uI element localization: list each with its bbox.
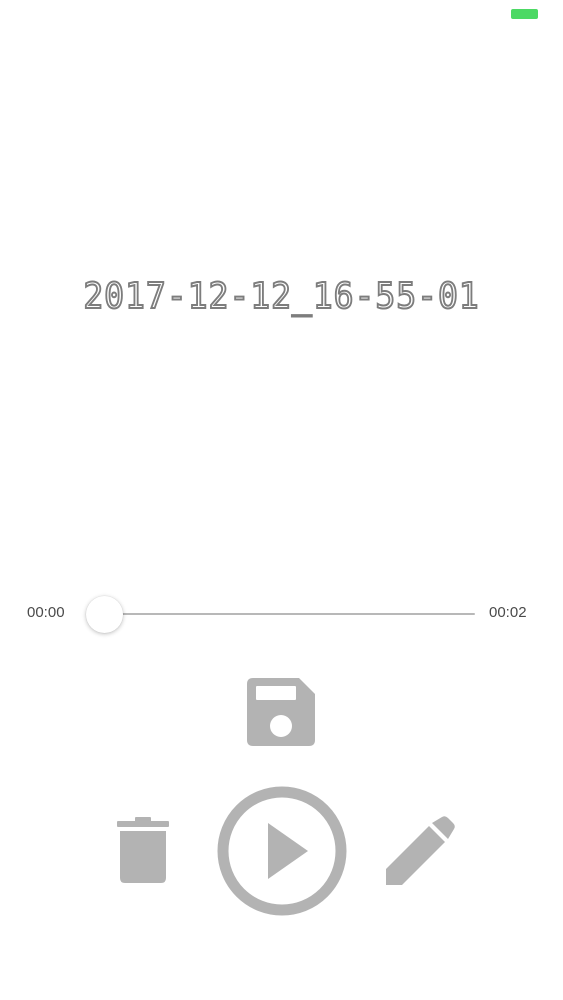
player-screen: 2017-12-12_16-55-01 00:00 00:02 xyxy=(0,0,563,1000)
play-button[interactable] xyxy=(216,785,348,917)
progress-slider-thumb[interactable] xyxy=(86,596,123,633)
save-button[interactable] xyxy=(247,678,315,746)
battery-icon xyxy=(511,9,538,19)
recording-title: 2017-12-12_16-55-01 xyxy=(82,275,480,318)
floppy-disk-icon xyxy=(247,678,315,746)
trash-icon xyxy=(117,817,169,883)
progress-slider-track[interactable] xyxy=(105,613,475,615)
pencil-icon xyxy=(386,816,455,885)
edit-button[interactable] xyxy=(384,815,456,887)
total-time: 00:02 xyxy=(489,604,527,621)
play-circle-icon xyxy=(217,786,347,916)
delete-button[interactable] xyxy=(115,815,171,885)
elapsed-time: 00:00 xyxy=(27,604,65,621)
